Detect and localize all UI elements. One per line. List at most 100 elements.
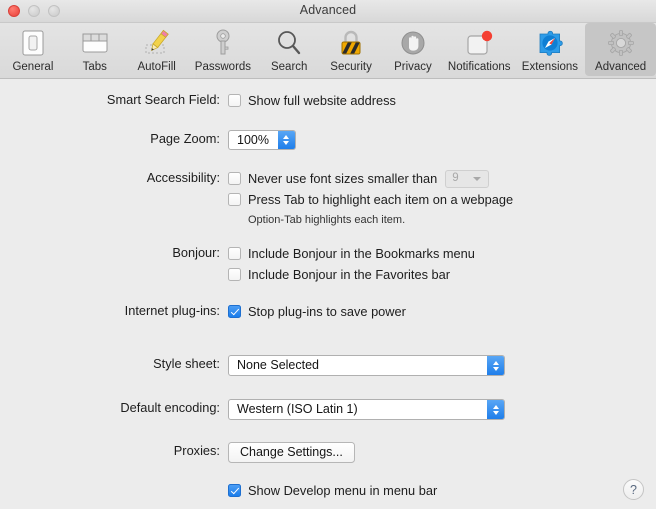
min-font-size-row[interactable]: Never use font sizes smaller than 9 [228, 169, 490, 188]
bonjour-favorites-row[interactable]: Include Bonjour in the Favorites bar [228, 265, 450, 284]
bonjour-control: Include Bonjour in the Bookmarks menu In… [228, 244, 475, 284]
magnifier-icon [272, 26, 306, 59]
tab-passwords-label: Passwords [194, 61, 252, 73]
row-smart-search-field: Smart Search Field: Show full website ad… [90, 91, 396, 110]
popup-down-icon [492, 366, 499, 371]
default-encoding-select[interactable]: Western (ISO Latin 1) [228, 399, 505, 420]
internet-plugins-control: Stop plug-ins to save power [228, 302, 406, 321]
tab-passwords[interactable]: Passwords [188, 23, 259, 76]
page-zoom-control: 100% [228, 130, 296, 150]
show-full-address-checkbox[interactable] [228, 94, 241, 107]
proxies-label: Proxies: [173, 443, 220, 458]
key-icon [206, 26, 240, 59]
page-zoom-label: Page Zoom: [150, 131, 220, 146]
stepper-down-icon[interactable] [283, 141, 290, 145]
tab-general-label: General [12, 61, 54, 73]
tab-privacy[interactable]: Privacy [382, 23, 444, 76]
bonjour-favorites-label: Include Bonjour in the Favorites bar [248, 267, 451, 282]
develop-menu-checkbox[interactable] [228, 484, 241, 497]
tab-security-label: Security [330, 61, 372, 73]
min-font-size-value: 9 [452, 172, 459, 184]
develop-menu-label: Show Develop menu in menu bar [248, 483, 438, 498]
tab-extensions[interactable]: Extensions [515, 23, 586, 76]
bonjour-label: Bonjour: [172, 245, 220, 260]
tab-notifications[interactable]: Notifications [444, 23, 515, 76]
page-zoom-stepper[interactable]: 100% [228, 130, 296, 150]
min-font-size-label: Never use font sizes smaller than [248, 171, 438, 186]
stop-plugins-checkbox[interactable] [228, 305, 241, 318]
develop-menu-control: Show Develop menu in menu bar [228, 481, 437, 500]
show-full-address-row[interactable]: Show full website address [228, 91, 396, 110]
tab-autofill-label: AutoFill [137, 61, 176, 73]
row-develop-menu: Show Develop menu in menu bar [90, 481, 437, 500]
default-encoding-label: Default encoding: [120, 400, 220, 415]
padlock-icon [334, 26, 368, 59]
tab-privacy-label: Privacy [394, 61, 432, 73]
style-sheet-value: None Selected [237, 358, 320, 372]
default-encoding-value: Western (ISO Latin 1) [237, 402, 358, 416]
stop-plugins-label: Stop plug-ins to save power [248, 304, 406, 319]
tab-highlight-row[interactable]: Press Tab to highlight each item on a we… [228, 190, 513, 209]
tab-advanced-label: Advanced [595, 61, 647, 73]
popup-down-icon [492, 410, 499, 415]
tab-search-label: Search [270, 61, 308, 73]
proxies-control: Change Settings... [228, 442, 355, 463]
tab-autofill[interactable]: AutoFill [126, 23, 188, 76]
tabs-icon [78, 26, 112, 59]
smart-search-field-label: Smart Search Field: [106, 92, 220, 107]
tab-security[interactable]: Security [320, 23, 382, 76]
gear-icon [604, 26, 638, 59]
window-title: Advanced [299, 3, 357, 17]
show-full-address-label: Show full website address [248, 93, 396, 108]
min-font-size-select[interactable]: 9 [445, 169, 490, 188]
row-style-sheet: Style sheet: None Selected [90, 355, 505, 376]
default-encoding-arrows[interactable] [487, 400, 504, 419]
accessibility-hint: Option-Tab highlights each item. [248, 214, 406, 226]
page-zoom-stepper-arrows[interactable] [277, 131, 295, 149]
row-accessibility: Accessibility: Never use font sizes smal… [90, 169, 513, 229]
stop-plugins-row[interactable]: Stop plug-ins to save power [228, 302, 406, 321]
tab-highlight-checkbox[interactable] [228, 193, 241, 206]
min-font-size-checkbox[interactable] [228, 172, 241, 185]
internet-plugins-label: Internet plug-ins: [124, 303, 220, 318]
puzzle-compass-icon [533, 26, 567, 59]
change-settings-button[interactable]: Change Settings... [228, 442, 355, 463]
row-proxies: Proxies: Change Settings... [90, 442, 355, 463]
title-bar: Advanced [0, 0, 656, 23]
tab-search[interactable]: Search [258, 23, 320, 76]
style-sheet-control: None Selected [228, 355, 505, 376]
row-bonjour: Bonjour: Include Bonjour in the Bookmark… [90, 244, 475, 284]
popup-up-icon [492, 360, 499, 365]
hand-icon [396, 26, 430, 59]
style-sheet-arrows[interactable] [487, 356, 504, 375]
tab-notifications-label: Notifications [447, 61, 511, 73]
notification-badge-icon [462, 26, 496, 59]
stepper-up-icon[interactable] [283, 135, 290, 139]
preferences-toolbar: General Tabs AutoFill Passwords Search S… [0, 23, 656, 79]
bonjour-favorites-checkbox[interactable] [228, 268, 241, 281]
bonjour-bookmarks-label: Include Bonjour in the Bookmarks menu [248, 246, 475, 261]
preferences-window: Advanced General Tabs AutoFill Passwords… [0, 0, 656, 509]
accessibility-control: Never use font sizes smaller than 9 Pres… [228, 169, 513, 229]
advanced-settings-pane: Smart Search Field: Show full website ad… [0, 79, 656, 509]
help-button[interactable]: ? [623, 479, 644, 500]
style-sheet-select[interactable]: None Selected [228, 355, 505, 376]
tab-tabs-label: Tabs [82, 61, 107, 73]
tab-advanced[interactable]: Advanced [585, 23, 656, 76]
accessibility-label: Accessibility: [146, 170, 220, 185]
tab-extensions-label: Extensions [521, 61, 579, 73]
row-page-zoom: Page Zoom: 100% [90, 130, 296, 150]
general-icon [16, 26, 50, 59]
default-encoding-control: Western (ISO Latin 1) [228, 399, 505, 420]
develop-menu-row[interactable]: Show Develop menu in menu bar [228, 481, 437, 500]
row-default-encoding: Default encoding: Western (ISO Latin 1) [90, 399, 505, 420]
style-sheet-label: Style sheet: [153, 356, 220, 371]
autofill-pencil-icon [140, 26, 174, 59]
popup-up-icon [492, 404, 499, 409]
tab-tabs[interactable]: Tabs [64, 23, 126, 76]
smart-search-field-control: Show full website address [228, 91, 396, 110]
chevron-down-icon [473, 176, 482, 181]
bonjour-bookmarks-row[interactable]: Include Bonjour in the Bookmarks menu [228, 244, 475, 263]
tab-general[interactable]: General [2, 23, 64, 76]
bonjour-bookmarks-checkbox[interactable] [228, 247, 241, 260]
